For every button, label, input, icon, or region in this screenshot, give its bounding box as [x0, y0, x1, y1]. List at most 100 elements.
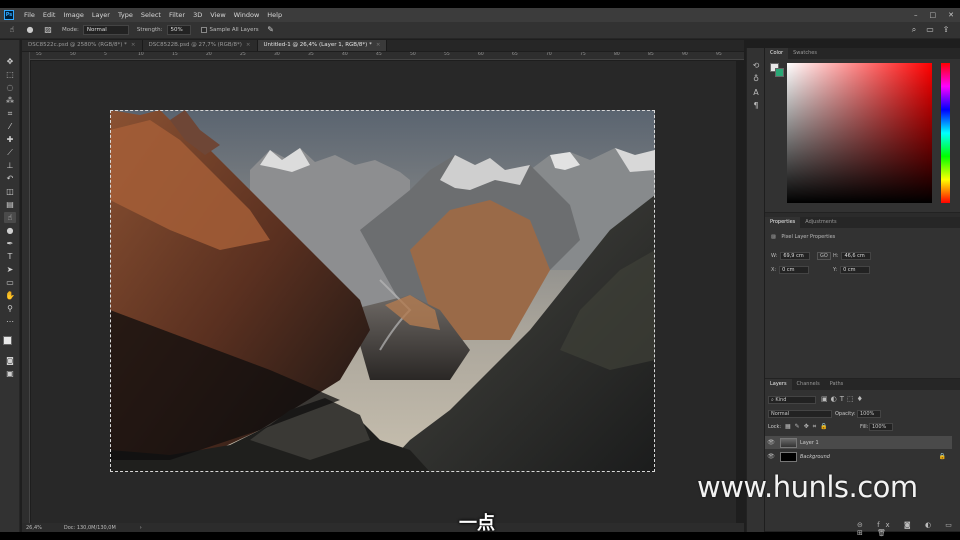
visibility-eye-icon[interactable]: 👁	[765, 439, 777, 446]
finger-painting-icon[interactable]: ✎	[265, 24, 277, 36]
dodge-tool-icon[interactable]: ●	[4, 225, 16, 236]
path-selection-tool-icon[interactable]: ➤	[4, 264, 16, 275]
fill-label: Fill:	[860, 424, 869, 430]
brush-tool-icon[interactable]: ⟋	[4, 147, 16, 158]
width-input[interactable]: 69,9 cm	[780, 252, 811, 260]
tab-channels[interactable]: Channels	[792, 379, 825, 390]
horizontal-ruler: 55 50 5 10 15 20 25 30 35 40 45 50 55 60 65 70 75 80 85 90 9…	[30, 52, 744, 60]
close-tab-icon[interactable]: ×	[131, 42, 136, 48]
menu-image[interactable]: Image	[59, 11, 87, 19]
document-size[interactable]: Doc: 130,0M/130,0M	[64, 525, 116, 531]
ruler-tick-label: 80	[614, 52, 620, 57]
menu-help[interactable]: Help	[263, 11, 286, 19]
close-tab-icon[interactable]: ×	[246, 42, 251, 48]
blend-mode-select[interactable]: Normal	[768, 410, 832, 418]
menu-layer[interactable]: Layer	[88, 11, 114, 19]
history-brush-tool-icon[interactable]: ↶	[4, 173, 16, 184]
type-tool-icon[interactable]: T	[4, 251, 16, 262]
color-picker-field[interactable]	[787, 63, 932, 203]
layers-panel: Layers Channels Paths ⌕ Kind ▣◐T⬚♦ Norma…	[765, 379, 960, 537]
ruler-tick-label: 30	[274, 52, 280, 57]
hand-tool-icon[interactable]: ✋	[4, 290, 16, 301]
layer-filter-icons[interactable]: ▣◐T⬚♦	[821, 395, 866, 403]
menu-window[interactable]: Window	[230, 11, 264, 19]
menu-3d[interactable]: 3D	[189, 11, 206, 19]
share-icon[interactable]: ⇪	[940, 24, 952, 36]
smudge-tool-preset-icon[interactable]: ☝	[6, 24, 18, 36]
tab-paths[interactable]: Paths	[825, 379, 849, 390]
menu-view[interactable]: View	[206, 11, 229, 19]
fill-input[interactable]: 100%	[869, 423, 893, 431]
crop-tool-icon[interactable]: ⌗	[4, 108, 16, 119]
foreground-color-swatch[interactable]	[3, 336, 12, 345]
gradient-tool-icon[interactable]: ▤	[4, 199, 16, 210]
tab-layers[interactable]: Layers	[765, 379, 792, 390]
zoom-tool-icon[interactable]: ⚲	[4, 303, 16, 314]
minimize-button[interactable]: –	[914, 11, 918, 19]
x-row: X: 0 cm	[771, 266, 810, 274]
brush-settings-icon[interactable]: ▨	[42, 24, 54, 36]
zoom-level[interactable]: 26,4%	[26, 525, 42, 531]
workspace-icon[interactable]: ▭	[924, 24, 936, 36]
color-bg-swatch[interactable]	[775, 68, 784, 77]
layer-action-icons[interactable]: ⊝ fx ◙ ◐ ▭ ⊞ 🗑	[857, 521, 960, 537]
tab-color[interactable]: Color	[765, 48, 789, 59]
y-input[interactable]: 0 cm	[840, 266, 871, 274]
pen-tool-icon[interactable]: ✒	[4, 238, 16, 249]
canvas-area[interactable]	[31, 61, 736, 523]
maximize-button[interactable]: □	[930, 11, 937, 19]
clone-stamp-tool-icon[interactable]: ⊥	[4, 160, 16, 171]
layer-row-layer-1[interactable]: 👁 Layer 1	[765, 436, 952, 449]
menu-select[interactable]: Select	[137, 11, 165, 19]
close-tab-icon[interactable]: ×	[376, 42, 381, 48]
eraser-tool-icon[interactable]: ◫	[4, 186, 16, 197]
ruler-tick-label: 5	[104, 52, 107, 57]
menu-file[interactable]: File	[20, 11, 39, 19]
quick-mask-icon[interactable]: ◙	[4, 355, 16, 366]
link-dimensions-icon[interactable]: GO	[817, 252, 831, 260]
tab-swatches[interactable]: Swatches	[788, 48, 822, 59]
menu-filter[interactable]: Filter	[165, 11, 189, 19]
move-tool-icon[interactable]: ✥	[4, 56, 16, 67]
tab-properties[interactable]: Properties	[765, 217, 801, 228]
marquee-tool-icon[interactable]: ⬚	[4, 69, 16, 80]
history-icon[interactable]: ⟲	[751, 61, 761, 71]
search-icon[interactable]: ⌕	[908, 24, 920, 36]
hue-slider[interactable]	[941, 63, 950, 203]
mode-select[interactable]: Normal	[82, 25, 129, 35]
ruler-tick-label: 75	[580, 52, 586, 57]
tab-adjustments[interactable]: Adjustments	[800, 217, 841, 228]
layer-row-background[interactable]: 👁 Background 🔒	[765, 450, 952, 463]
character-panel-icon[interactable]: A	[751, 88, 761, 98]
opacity-label: Opacity:	[835, 411, 856, 417]
menu-edit[interactable]: Edit	[39, 11, 60, 19]
lasso-tool-icon[interactable]: ◌	[4, 82, 16, 93]
brush-settings-panel-icon[interactable]: ♁	[751, 74, 761, 84]
paragraph-panel-icon[interactable]: ¶	[751, 101, 761, 111]
screen-mode-icon[interactable]: ▣	[4, 368, 16, 379]
status-menu-arrow-icon[interactable]: ›	[140, 525, 142, 531]
shape-tool-icon[interactable]: ▭	[4, 277, 16, 288]
height-input[interactable]: 46,6 cm	[841, 252, 872, 260]
lock-icons[interactable]: ▦✎✥⌗🔒	[785, 423, 832, 431]
brush-preset-icon[interactable]: ●	[24, 24, 36, 36]
pixel-layer-header: ▨ Pixel Layer Properties	[771, 234, 835, 240]
sample-all-layers-checkbox[interactable]	[200, 27, 207, 33]
layer-name[interactable]: Background	[800, 454, 830, 460]
smudge-tool-icon[interactable]: ☝	[4, 212, 16, 223]
healing-brush-tool-icon[interactable]: ✚	[4, 134, 16, 145]
tab-dsc8522b[interactable]: DSC8522B.psd @ 27,7% (RGB/8*) ×	[142, 40, 258, 51]
visibility-eye-icon[interactable]: 👁	[765, 453, 777, 460]
quick-select-tool-icon[interactable]: ⁂	[4, 95, 16, 106]
edit-toolbar-icon[interactable]: ⋯	[4, 316, 16, 327]
strength-input[interactable]: 50%	[166, 25, 191, 35]
layer-name[interactable]: Layer 1	[800, 440, 819, 446]
close-button[interactable]: ✕	[948, 11, 954, 19]
kind-filter-select[interactable]: ⌕ Kind	[768, 396, 816, 404]
tab-untitled-1[interactable]: Untitled-1 @ 26,4% (Layer 1, RGB/8*) * ×	[257, 40, 388, 51]
menu-type[interactable]: Type	[114, 11, 137, 19]
opacity-input[interactable]: 100%	[857, 410, 881, 418]
eyedropper-tool-icon[interactable]: ⁄	[4, 121, 16, 132]
tab-dsc8522c[interactable]: DSC8522c.psd @ 2580% (RGB/8*) * ×	[22, 40, 143, 51]
x-input[interactable]: 0 cm	[779, 266, 810, 274]
